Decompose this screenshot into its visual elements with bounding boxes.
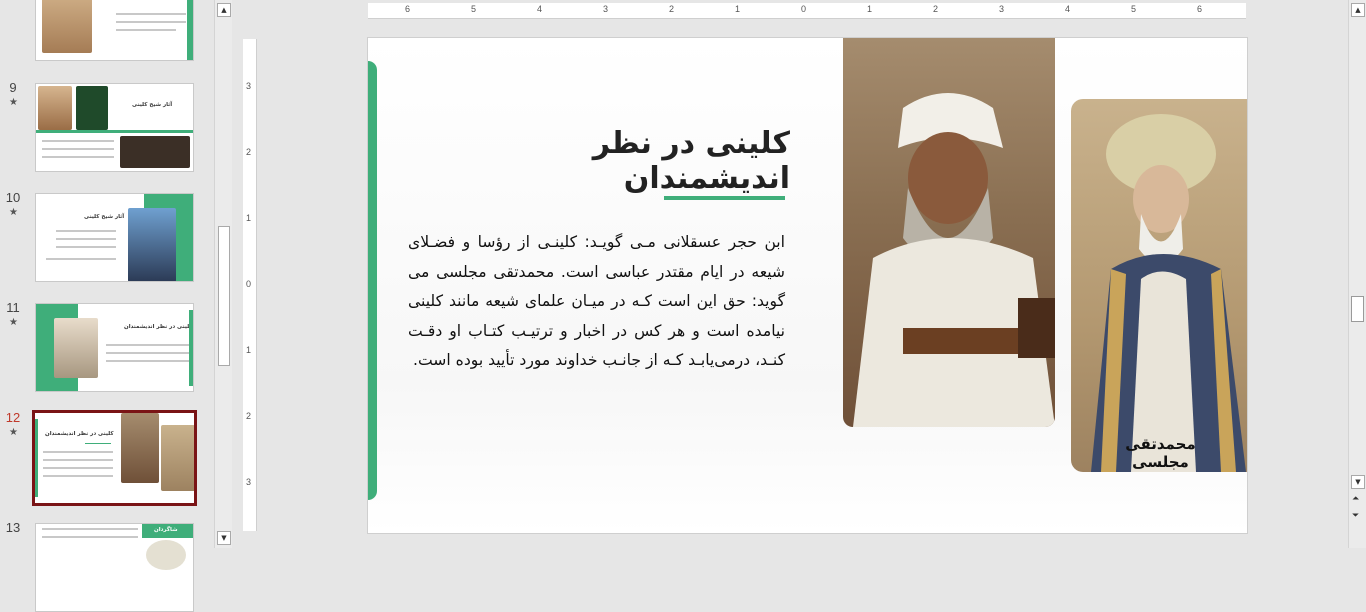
thumbnail-text-line (116, 21, 186, 23)
slide-canvas[interactable]: کلینی در نظر اندیشمندان ابن حجر عسقلانی … (367, 37, 1248, 534)
thumbnail-image (76, 86, 108, 130)
slide-number-11: 11 (6, 300, 20, 315)
ruler-label: 0 (801, 4, 807, 14)
ruler-label: 4 (1065, 4, 1071, 14)
ruler-label: 5 (471, 4, 477, 14)
thumbnail-text-line (56, 230, 116, 232)
next-slide-icon[interactable]: ⏷ (1352, 511, 1359, 521)
ruler-label: 1 (867, 4, 873, 14)
thumbnail-text-line (116, 13, 186, 15)
ruler-label: 4 (537, 4, 543, 14)
thumbnail-image (128, 208, 176, 281)
thumbnail-title: آثار شیخ کلینی (84, 214, 125, 220)
scholar-portrait-photo[interactable] (843, 38, 1055, 427)
slide-body-text[interactable]: ابن حجر عسقلانی مـی گویـد: کلینـی از رؤس… (408, 228, 785, 376)
thumbnail-accent (35, 419, 38, 497)
portrait-caption: محمدتقی مجلسی (1125, 435, 1196, 471)
ruler-label: 1 (246, 345, 252, 355)
thumbnail-text-line (42, 528, 138, 530)
thumbnail-text-line (116, 29, 176, 31)
slide-thumbnail-pane: 9 ★ آثار شیخ کلینی 10 ★ آثار شیخ کلینی 1… (0, 0, 214, 612)
slide-thumbnail-10[interactable]: آثار شیخ کلینی (35, 193, 194, 282)
slide-thumbnail-11[interactable]: کلینی در نظر اندیشمندان (35, 303, 194, 392)
thumbnail-accent (189, 310, 193, 386)
previous-slide-icon[interactable]: ⏶ (1352, 494, 1359, 504)
thumbnail-image (120, 136, 190, 168)
thumbnail-text-line (106, 352, 190, 354)
editor-scrollbar[interactable]: ▲ ▼ ⏶ ⏷ (1348, 0, 1366, 548)
scrollbar-thumb[interactable] (1351, 296, 1364, 322)
slide-editor: 6 5 4 3 2 1 0 1 2 3 4 5 6 3 2 1 0 1 2 3 … (232, 0, 1348, 548)
slide-number-9: 9 (9, 80, 17, 95)
majlesi-portrait-drawing (1091, 114, 1246, 472)
thumbnail-text-line (46, 258, 116, 260)
thumbnail-image (54, 318, 98, 378)
thumbnail-image (146, 540, 186, 570)
majlesi-portrait-painting[interactable] (1071, 99, 1247, 472)
thumbnail-text-line (42, 156, 114, 158)
thumbnail-text-line (106, 360, 190, 362)
thumbnail-accent (85, 443, 111, 444)
ruler-label: 2 (933, 4, 939, 14)
ruler-label: 6 (405, 4, 411, 14)
ruler-label: 1 (246, 213, 252, 223)
thumbnail-text-line (42, 140, 114, 142)
thumbnail-text-line (43, 475, 113, 477)
animation-star-icon: ★ (9, 207, 18, 218)
thumbnail-text-line (43, 451, 113, 453)
scroll-down-arrow-icon[interactable]: ▼ (217, 531, 231, 545)
thumbnail-scrollbar[interactable]: ▲ ▼ (214, 0, 232, 548)
thumbnail-image (42, 0, 92, 53)
ruler-label: 6 (1197, 4, 1203, 14)
thumbnail-image (161, 425, 194, 491)
scrollbar-thumb[interactable] (218, 226, 230, 366)
thumbnail-text-line (56, 238, 116, 240)
thumbnail-image (38, 86, 72, 130)
slide-number-10: 10 (5, 190, 21, 205)
ruler-label: 3 (603, 4, 609, 14)
thumbnail-accent (36, 130, 193, 133)
thumbnail-text-line (43, 467, 113, 469)
thumbnail-title: شاگردان (154, 527, 178, 533)
ruler-label: 2 (669, 4, 675, 14)
ruler-label: 3 (246, 81, 252, 91)
animation-star-icon: ★ (9, 97, 18, 108)
ruler-label: 3 (999, 4, 1005, 14)
slide-title[interactable]: کلینی در نظر اندیشمندان (448, 126, 790, 196)
scroll-up-arrow-icon[interactable]: ▲ (217, 3, 231, 17)
slide-thumbnail-8[interactable] (35, 0, 194, 61)
ruler-label: 5 (1131, 4, 1137, 14)
thumbnail-title: آثار شیخ کلینی (132, 102, 173, 108)
thumbnail-title: کلینی در نظر اندیشمندان (45, 431, 114, 437)
animation-star-icon: ★ (9, 427, 18, 438)
thumbnail-text-line (56, 246, 116, 248)
thumbnail-image (121, 413, 159, 483)
ruler-label: 2 (246, 411, 252, 421)
scholar-portrait-drawing (853, 93, 1055, 427)
ruler-label: 3 (246, 477, 252, 487)
slide-thumbnail-13[interactable]: شاگردان (35, 523, 194, 612)
thumbnail-text-line (42, 536, 138, 538)
slide-thumbnail-12-selected[interactable]: کلینی در نظر اندیشمندان (32, 410, 197, 506)
slide-accent-bar (368, 61, 377, 500)
slide-number-12: 12 (5, 410, 21, 425)
slide-number-13: 13 (5, 520, 21, 535)
thumbnail-accent (187, 0, 193, 60)
animation-star-icon: ★ (9, 317, 18, 328)
ruler-label: 1 (735, 4, 741, 14)
thumbnail-title: کلینی در نظر اندیشمندان (124, 324, 193, 330)
scroll-down-arrow-icon[interactable]: ▼ (1351, 475, 1365, 489)
ruler-label: 2 (246, 147, 252, 157)
vertical-ruler: 3 2 1 0 1 2 3 (243, 39, 257, 531)
slide-thumbnail-9[interactable]: آثار شیخ کلینی (35, 83, 194, 172)
scroll-up-arrow-icon[interactable]: ▲ (1351, 3, 1365, 17)
thumbnail-text-line (106, 344, 190, 346)
thumbnail-text-line (43, 459, 113, 461)
title-underline (664, 196, 785, 200)
horizontal-ruler: 6 5 4 3 2 1 0 1 2 3 4 5 6 (368, 3, 1246, 19)
ruler-label: 0 (246, 279, 252, 289)
thumbnail-text-line (42, 148, 114, 150)
